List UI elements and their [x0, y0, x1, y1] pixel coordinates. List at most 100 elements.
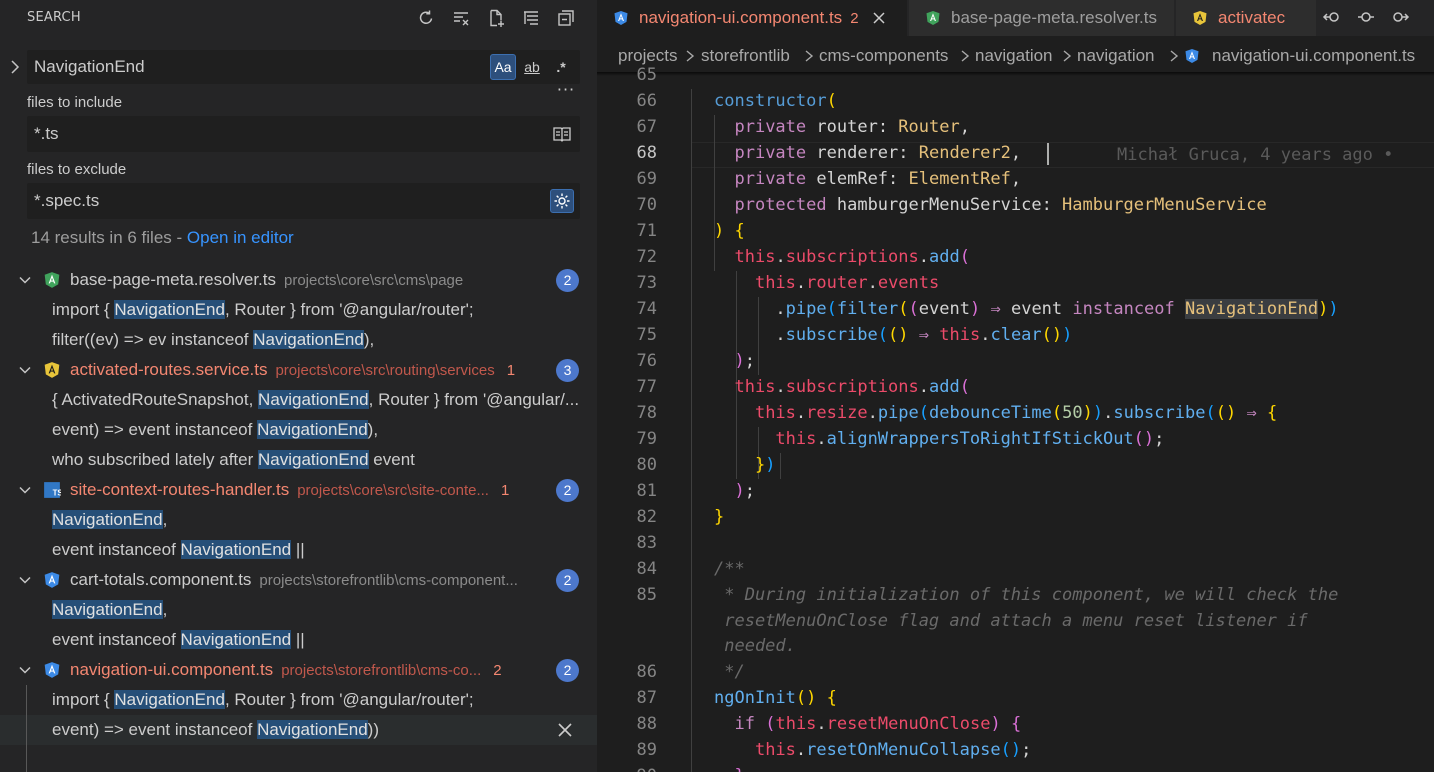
breadcrumb-item[interactable]: storefrontlib	[701, 46, 790, 66]
line-number: 68	[636, 143, 657, 163]
match-text: { ActivatedRouteSnapshot, NavigationEnd,…	[52, 390, 580, 409]
code-line: ) {	[714, 221, 745, 241]
use-exclude-settings-icon[interactable]	[550, 189, 574, 213]
dismiss-result-icon[interactable]	[556, 721, 574, 739]
code-line: protected hamburgerMenuService: Hamburge…	[734, 195, 1267, 215]
clear-results-icon[interactable]	[443, 4, 478, 32]
match-text: event instanceof NavigationEnd ||	[52, 630, 305, 649]
search-result-match[interactable]: import { NavigationEnd, Router } from '@…	[0, 685, 597, 715]
editor-tabs: navigation-ui.component.ts 2 base-page-m…	[597, 0, 1434, 36]
new-search-editor-icon[interactable]	[478, 4, 513, 32]
code-line: this.resize.pipe(debounceTime(50)).subsc…	[754, 403, 1278, 423]
code-line: if (this.resetMenuOnClose) {	[734, 714, 1022, 734]
chevron-down-icon[interactable]	[17, 482, 33, 498]
git-blame-annotation: Michał Gruca, 4 years ago •	[1117, 145, 1404, 165]
line-number: 80	[636, 455, 657, 475]
search-result-file[interactable]: navigation-ui.component.ts projects\store…	[0, 655, 597, 685]
problem-count: 1	[506, 362, 516, 379]
file-path: projects\core\src\routing\services	[275, 362, 495, 379]
match-text: import { NavigationEnd, Router } from '@…	[52, 690, 474, 709]
line-number: 87	[636, 688, 657, 708]
line-number: 85	[636, 585, 657, 605]
code-line: */	[714, 662, 745, 682]
angular-component-icon	[1184, 48, 1200, 64]
line-number: 81	[636, 481, 657, 501]
angular-resolver-icon	[926, 11, 940, 25]
file-path: projects\core\src\cms\page	[284, 272, 464, 289]
breadcrumb-item[interactable]: navigation	[975, 46, 1053, 66]
match-text: event) => event instanceof NavigationEnd…	[52, 420, 379, 439]
chevron-down-icon[interactable]	[17, 362, 33, 378]
file-name: site-context-routes-handler.ts projects\c…	[70, 480, 510, 499]
match-text: event instanceof NavigationEnd ||	[52, 540, 305, 559]
breadcrumb-item[interactable]: cms-components	[819, 46, 948, 66]
search-result-match[interactable]: event) => event instanceof NavigationEnd…	[0, 415, 597, 445]
chevron-right-icon	[1061, 48, 1073, 62]
code-line: this.router.events	[754, 273, 940, 293]
search-result-file[interactable]: cart-totals.component.ts projects\storefr…	[0, 565, 597, 595]
match-text: event) => event instanceof NavigationEnd…	[52, 720, 379, 739]
line-number: 72	[636, 247, 657, 267]
search-result-match[interactable]: event instanceof NavigationEnd ||	[0, 535, 597, 565]
line-number: 71	[636, 221, 657, 241]
search-result-match[interactable]: import { NavigationEnd, Router } from '@…	[0, 295, 597, 325]
search-result-match[interactable]: NavigationEnd,	[0, 595, 597, 625]
search-result-match[interactable]: who subscribed lately after NavigationEn…	[0, 445, 597, 475]
angular-component-icon	[614, 11, 628, 25]
code-line: );	[734, 481, 755, 501]
files-to-exclude-input[interactable]	[34, 183, 477, 219]
chevron-down-icon[interactable]	[17, 272, 33, 288]
toggle-search-details-icon[interactable]: ···	[555, 82, 577, 103]
match-count-badge: 2	[556, 659, 579, 682]
code-line: /**	[714, 559, 745, 579]
match-highlight: NavigationEnd	[257, 420, 368, 439]
line-number: 70	[636, 195, 657, 215]
search-result-match[interactable]: event) => event instanceof NavigationEnd…	[0, 715, 597, 745]
match-highlight: NavigationEnd	[114, 690, 225, 709]
match-highlight: NavigationEnd	[180, 630, 292, 649]
code-line: this.alignWrappersToRightIfStickOut();	[775, 429, 1165, 449]
line-number: 86	[636, 662, 657, 682]
chevron-down-icon[interactable]	[17, 662, 33, 678]
open-in-editor-link[interactable]: Open in editor	[187, 228, 294, 247]
tab-label: base-page-meta.resolver.ts	[951, 8, 1157, 27]
next-change-icon[interactable]	[1387, 6, 1413, 28]
line-number: 75	[636, 325, 657, 345]
breadcrumb-item[interactable]: navigation	[1077, 46, 1155, 66]
search-only-open-editors-icon[interactable]	[550, 122, 574, 146]
indent-guide	[780, 453, 781, 479]
breadcrumb-item[interactable]: projects	[618, 46, 678, 66]
search-result-match[interactable]: event instanceof NavigationEnd ||	[0, 625, 597, 655]
tab-activated-routes-service[interactable]: activatec	[1176, 0, 1317, 36]
refresh-icon[interactable]	[408, 4, 443, 32]
match-highlight: NavigationEnd	[180, 540, 292, 559]
match-highlight: NavigationEnd	[258, 390, 369, 409]
regex-toggle[interactable]: .*	[548, 54, 574, 80]
search-result-file[interactable]: TS site-context-routes-handler.tsprojects…	[0, 475, 597, 505]
collapse-all-icon[interactable]	[548, 4, 583, 32]
toggle-replace-chevron-icon[interactable]	[8, 58, 22, 76]
search-results-tree: base-page-meta.resolver.ts projects\core\…	[0, 265, 597, 745]
view-as-tree-icon[interactable]	[513, 4, 548, 32]
typescript-icon: TS	[43, 481, 63, 499]
close-icon[interactable]	[871, 10, 887, 26]
search-result-match[interactable]: { ActivatedRouteSnapshot, NavigationEnd,…	[0, 385, 597, 415]
search-result-file[interactable]: base-page-meta.resolver.ts projects\core\…	[0, 265, 597, 295]
open-changes-icon[interactable]	[1319, 6, 1345, 28]
search-result-match[interactable]: filter((ev) => ev instanceof NavigationE…	[0, 325, 597, 355]
line-number: 65	[636, 65, 657, 85]
previous-change-icon[interactable]	[1353, 6, 1379, 28]
search-result-file[interactable]: activated-routes.service.ts projects\core…	[0, 355, 597, 385]
search-input[interactable]	[34, 50, 477, 84]
match-text: filter((ev) => ev instanceof NavigationE…	[52, 330, 375, 349]
breadcrumb-item[interactable]: navigation-ui.component.ts	[1212, 46, 1415, 66]
files-to-include-input[interactable]	[34, 116, 477, 152]
tab-base-page-meta-resolver[interactable]: base-page-meta.resolver.ts	[909, 0, 1175, 36]
match-case-toggle[interactable]: Aa	[490, 54, 516, 80]
chevron-down-icon[interactable]	[17, 572, 33, 588]
svg-text:TS: TS	[53, 489, 61, 498]
search-result-match[interactable]: NavigationEnd,	[0, 505, 597, 535]
code-line: * During initialization of this componen…	[714, 585, 1339, 605]
whole-word-toggle[interactable]: ab	[519, 54, 545, 80]
tab-navigation-ui-component[interactable]: navigation-ui.component.ts 2	[597, 0, 908, 36]
